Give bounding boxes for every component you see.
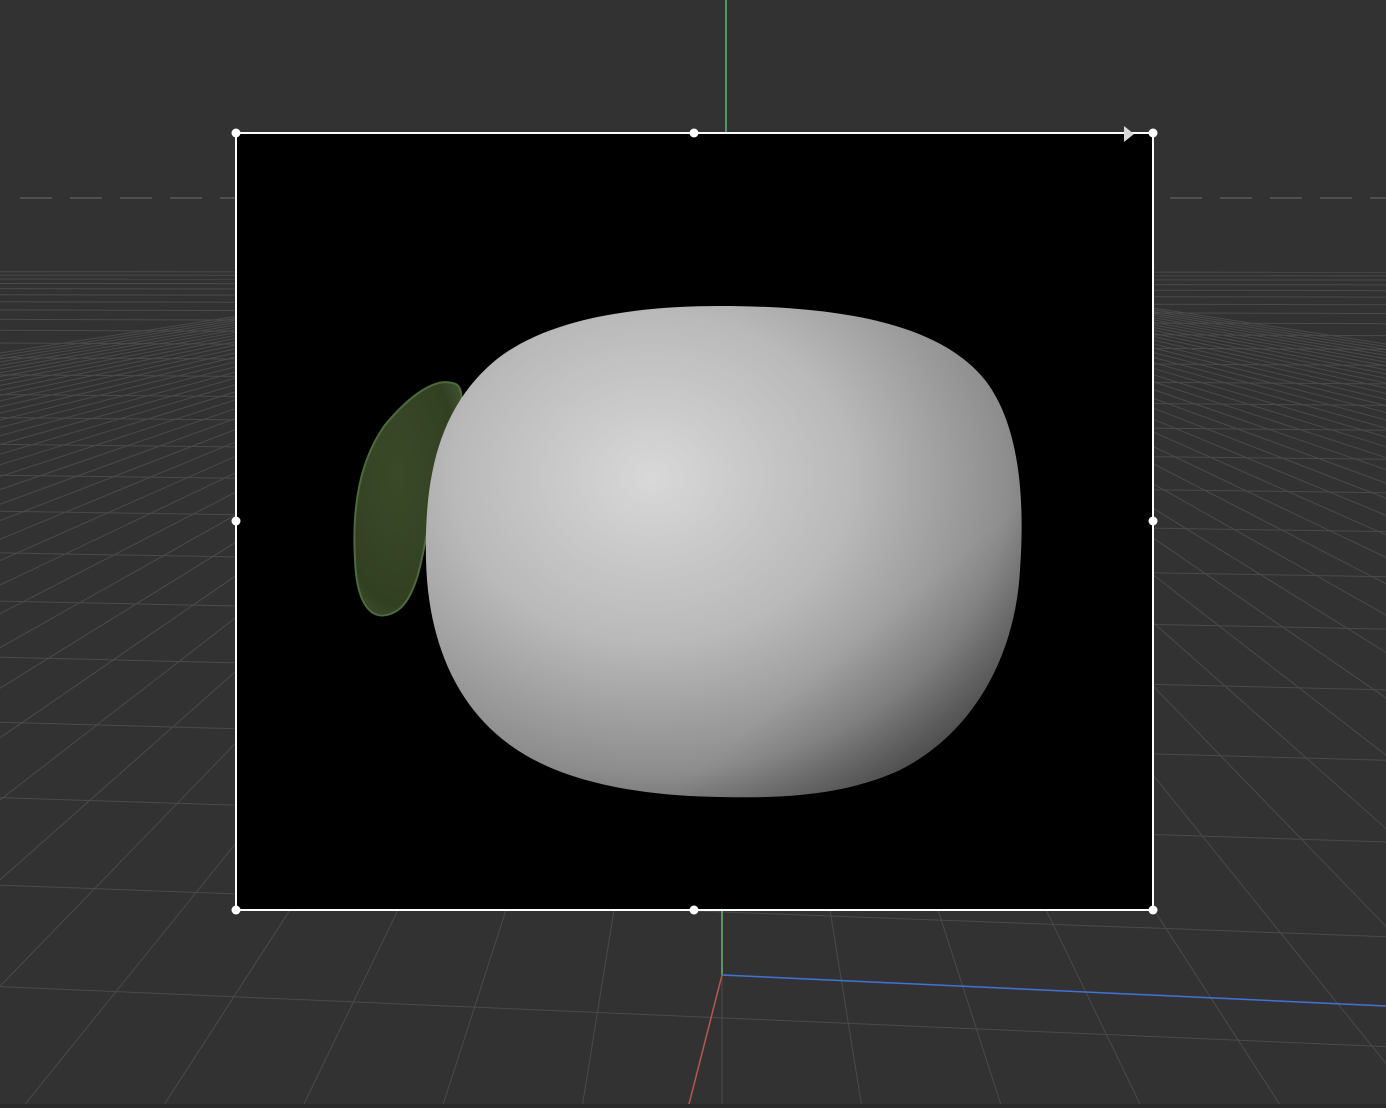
- viewport-canvas[interactable]: [0, 0, 1386, 1108]
- z-axis: [721, 974, 1386, 1007]
- render-region[interactable]: [231, 126, 1158, 915]
- handle-bottom-left[interactable]: [231, 905, 241, 915]
- x-axis: [687, 974, 723, 1108]
- handle-bottom-center[interactable]: [689, 905, 699, 915]
- handle-top-left[interactable]: [231, 128, 241, 138]
- handle-top-center[interactable]: [689, 128, 699, 138]
- handle-bottom-right[interactable]: [1148, 905, 1158, 915]
- body-shading: [425, 306, 1022, 798]
- handle-middle-left[interactable]: [231, 516, 241, 526]
- handle-middle-right[interactable]: [1148, 516, 1158, 526]
- viewport-bottom-edge: [0, 1104, 1386, 1108]
- 3d-viewport[interactable]: [0, 0, 1386, 1108]
- handle-top-right[interactable]: [1148, 128, 1158, 138]
